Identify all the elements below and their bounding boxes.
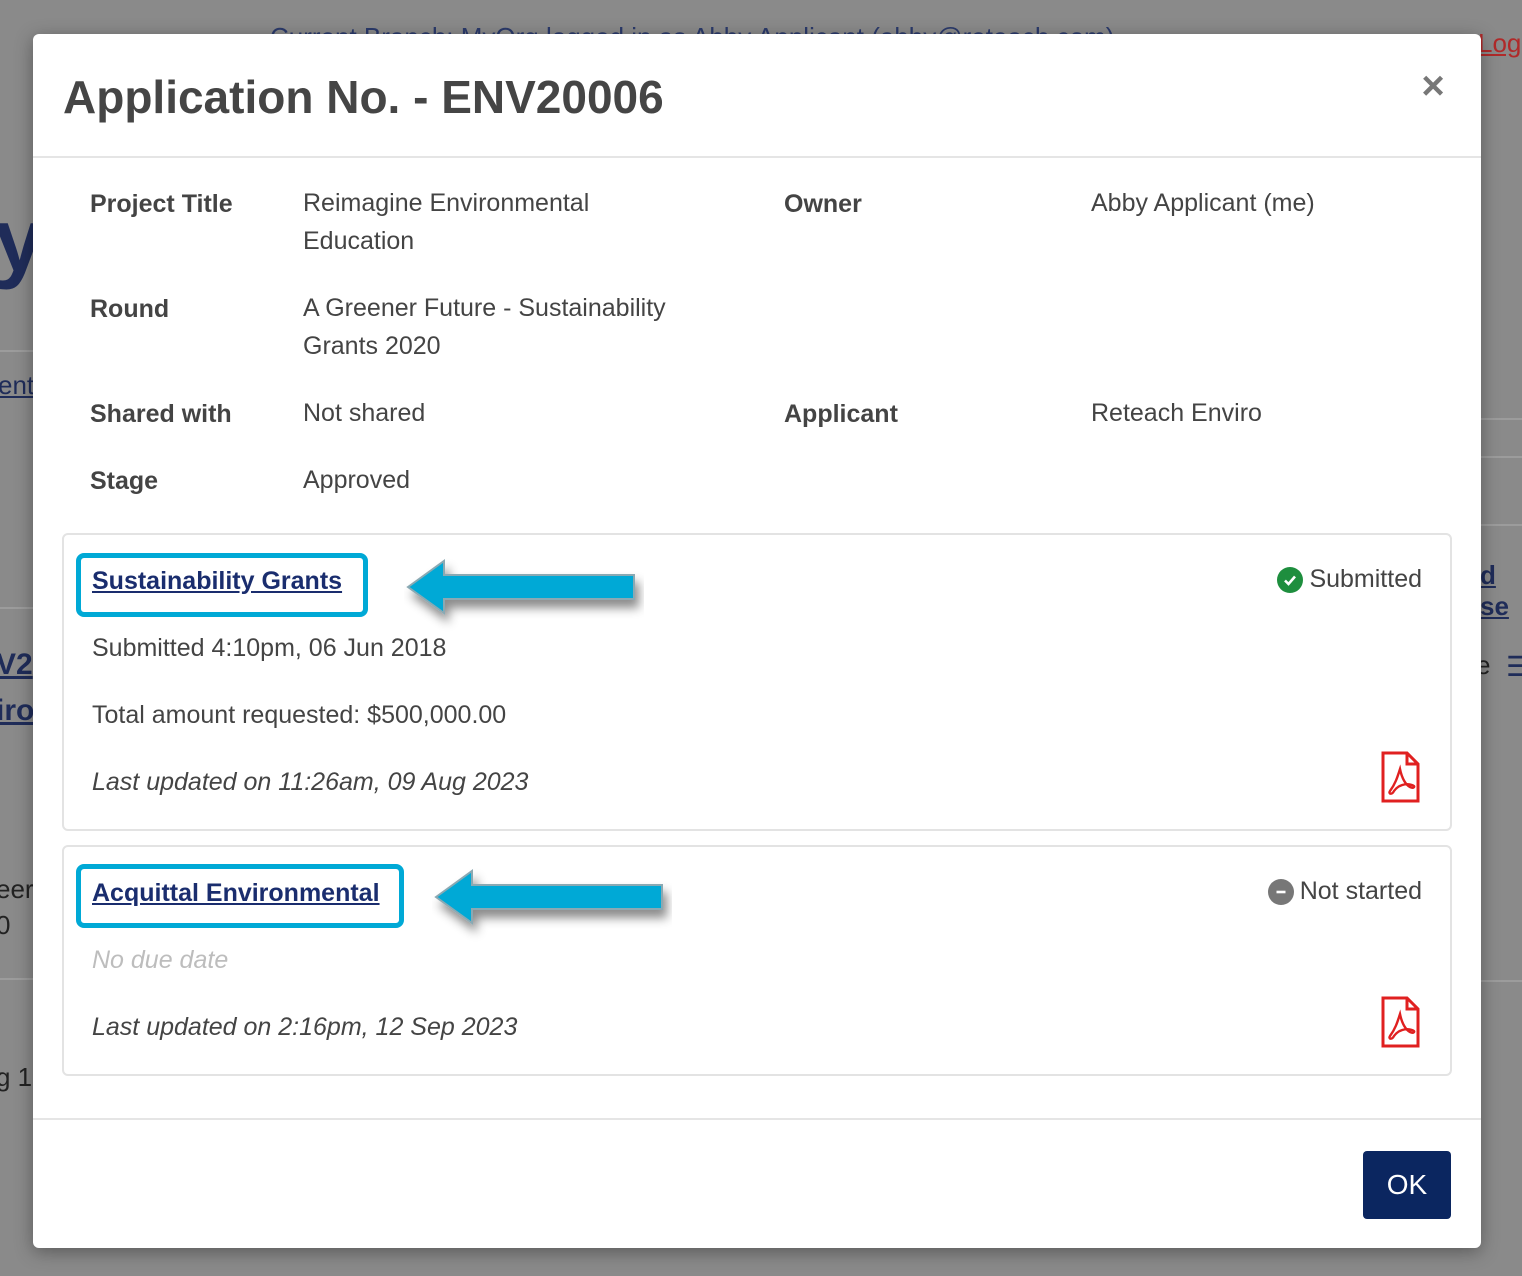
round-label: Round bbox=[90, 295, 170, 323]
bg-divider bbox=[1481, 980, 1522, 982]
status-not-started: Not started bbox=[1267, 877, 1422, 906]
bg-text-fragment: g 1 bbox=[0, 1062, 33, 1092]
submitted-date: Submitted 4:10pm, 06 Jun 2018 bbox=[92, 634, 447, 662]
bg-divider bbox=[1481, 524, 1522, 526]
last-updated: Last updated on 11:26am, 09 Aug 2023 bbox=[92, 768, 529, 796]
applicant-label: Applicant bbox=[784, 400, 898, 428]
close-icon[interactable]: × bbox=[1413, 66, 1453, 106]
modal-footer: OK bbox=[33, 1118, 1481, 1248]
bg-app-name-fragment: iro bbox=[0, 694, 35, 727]
applicant-value: Reteach Enviro bbox=[1091, 399, 1262, 427]
check-circle-icon bbox=[1277, 566, 1304, 593]
shared-with-value: Not shared bbox=[303, 399, 426, 427]
bg-text-fragment: eer bbox=[0, 874, 34, 904]
bg-menu-icon: ☰ bbox=[1506, 651, 1522, 682]
bg-logout-link: Log bbox=[1478, 28, 1522, 58]
form-card-sustainability: Sustainability Grants Submitted Submitte… bbox=[62, 533, 1452, 831]
bg-divider bbox=[0, 978, 33, 980]
acquittal-environmental-link[interactable]: Acquittal Environmental bbox=[92, 879, 380, 908]
round-value: A Greener Future - Sustainability Grants… bbox=[303, 294, 666, 360]
last-updated: Last updated on 2:16pm, 12 Sep 2023 bbox=[92, 1013, 518, 1041]
bg-text-fragment: 0 bbox=[0, 910, 11, 940]
status-submitted: Submitted bbox=[1277, 565, 1422, 594]
arrow-left-icon bbox=[406, 559, 635, 615]
status-text: Submitted bbox=[1309, 565, 1422, 593]
bg-link-fragment: d se bbox=[1480, 560, 1509, 621]
bg-divider bbox=[0, 607, 33, 609]
bg-divider bbox=[1481, 418, 1522, 420]
stage-label: Stage bbox=[90, 467, 159, 495]
due-date: No due date bbox=[92, 946, 229, 974]
status-text: Not started bbox=[1299, 877, 1422, 905]
ok-button[interactable]: OK bbox=[1363, 1151, 1451, 1219]
application-modal: Application No. - ENV20006 × Project Tit… bbox=[33, 34, 1481, 1248]
shared-with-label: Shared with bbox=[90, 400, 232, 428]
total-amount: Total amount requested: $500,000.00 bbox=[92, 701, 507, 729]
form-card-acquittal: Acquittal Environmental Not started No d… bbox=[62, 845, 1452, 1076]
bg-link-fragment: ent bbox=[0, 370, 35, 400]
project-title-value: Reimagine Environmental Education bbox=[303, 189, 590, 255]
arrow-left-icon bbox=[434, 869, 663, 925]
bg-divider bbox=[1481, 456, 1522, 458]
bg-divider bbox=[0, 350, 33, 352]
bg-app-number-fragment: V2 bbox=[0, 648, 33, 681]
modal-header: Application No. - ENV20006 × bbox=[33, 34, 1481, 158]
project-title-label: Project Title bbox=[90, 190, 233, 218]
sustainability-grants-link[interactable]: Sustainability Grants bbox=[92, 567, 342, 596]
minus-circle-icon bbox=[1267, 878, 1294, 905]
stage-value: Approved bbox=[303, 466, 411, 494]
modal-title: Application No. - ENV20006 bbox=[63, 71, 664, 123]
owner-label: Owner bbox=[784, 190, 862, 218]
pdf-icon[interactable] bbox=[1380, 996, 1420, 1048]
pdf-icon[interactable] bbox=[1380, 751, 1420, 803]
owner-value: Abby Applicant (me) bbox=[1091, 189, 1315, 217]
